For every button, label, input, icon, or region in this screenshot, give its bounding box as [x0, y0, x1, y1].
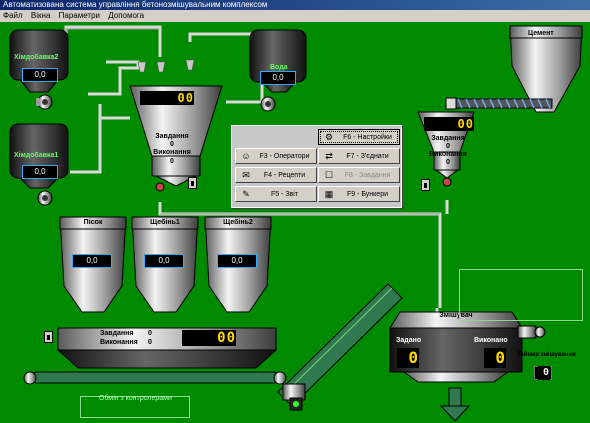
cement-hopper-done-value: 0	[446, 159, 450, 166]
cement-hopper-task-label: Завдання	[431, 135, 465, 142]
settings-button-label: F6 - Настройки	[343, 133, 392, 141]
liquid-hopper-task-label: Завдання	[155, 133, 189, 140]
aggregate-scale-control[interactable]	[44, 331, 53, 343]
window-title-bar: Автоматизована система управління бетоно…	[0, 0, 590, 10]
cement-hopper-control[interactable]	[421, 179, 430, 191]
chemical1-label: Хімдобавка1	[14, 152, 59, 159]
liquid-hopper-display: 00	[170, 91, 194, 105]
bin-gravel2-label: Щебінь2	[223, 219, 253, 226]
cement-hopper-task-value: 0	[446, 143, 450, 150]
connect-icon: ⇄	[325, 150, 333, 161]
menu-file[interactable]: Файл	[0, 11, 26, 20]
operators-button-label: F3 - Оператори	[259, 152, 310, 160]
liquid-hopper-control[interactable]	[188, 177, 197, 189]
chemical2-label: Хімдобавка2	[14, 54, 59, 61]
tasks-button[interactable]: ☐ F8 - Завдання	[318, 167, 400, 183]
status-frame	[459, 269, 583, 321]
menu-parameters[interactable]: Параметри	[56, 11, 103, 20]
report-button[interactable]: ✎ F5 - Звіт	[235, 186, 317, 202]
connect-button[interactable]: ⇄ F7 - З'єднати	[318, 148, 400, 164]
mixer-done-label: Виконано	[474, 337, 508, 344]
liquid-hopper-done-value: 0	[170, 158, 174, 165]
recipes-icon: ✉	[242, 169, 250, 180]
water-label: Вода	[270, 64, 288, 71]
bin-gravel1-value: 0,0	[144, 254, 184, 268]
controllers-label: Обмін з контролерами	[99, 395, 172, 402]
liquid-hopper-task-value: 0	[170, 141, 174, 148]
cement-hopper-done-label: Виконання	[429, 151, 467, 158]
chemical2-value: 0,0	[22, 68, 58, 82]
bin-sand-label: Пісок	[83, 219, 103, 226]
recipes-button-label: F4 - Рецепти	[263, 171, 306, 179]
scada-canvas: Хімдобавка2 0,0 Хімдобавка1 0,0 Вода 0,0…	[0, 22, 590, 423]
tasks-button-label: F8 - Завдання	[344, 171, 391, 179]
operators-button[interactable]: ☺ F3 - Оператори	[235, 148, 317, 164]
mixer-done-value: 0	[484, 348, 506, 368]
aggregate-done-value: 0	[148, 339, 152, 346]
function-menu-panel: ⚙ F6 - Настройки ☺ F3 - Оператори ⇄ F7 -…	[231, 125, 402, 208]
bins-button-label: F9 - Бункери	[346, 190, 389, 198]
menu-help[interactable]: Допомога	[105, 11, 147, 20]
operators-icon: ☺	[241, 151, 251, 161]
chemical1-value: 0,0	[22, 165, 58, 179]
recipes-button[interactable]: ✉ F4 - Рецепти	[235, 167, 317, 183]
aggregate-task-label: Завдання	[100, 330, 134, 337]
tasks-icon: ☐	[324, 169, 334, 180]
liquid-hopper-done-label: Виконання	[153, 149, 191, 156]
settings-icon: ⚙	[324, 131, 334, 142]
report-button-label: F5 - Звіт	[270, 190, 299, 198]
aggregate-task-value: 0	[148, 330, 152, 337]
window-title: Автоматизована система управління бетоно…	[3, 0, 268, 9]
mixer-set-value: 0	[397, 348, 419, 368]
connect-button-label: F7 - З'єднати	[346, 152, 389, 160]
bin-sand-value: 0,0	[72, 254, 112, 268]
bin-gravel1-label: Щебінь1	[150, 219, 180, 226]
menu-bar: Файл Вікна Параметри Допомога	[0, 10, 590, 22]
report-icon: ✎	[242, 188, 250, 199]
mixer-timer-value: 0	[538, 366, 550, 380]
water-value: 0,0	[260, 71, 296, 85]
bins-icon: ▦	[324, 188, 334, 199]
mixer-set-label: Задано	[396, 337, 422, 344]
cement-label: Цемент	[528, 30, 554, 37]
bin-gravel2-value: 0,0	[217, 254, 257, 268]
aggregate-display: 00	[206, 330, 236, 346]
controllers-frame: Обмін з контролерами	[80, 395, 190, 418]
aggregate-done-label: Виконання	[100, 339, 138, 346]
bins-button[interactable]: ▦ F9 - Бункери	[318, 186, 400, 202]
cement-hopper-display: 00	[452, 117, 474, 131]
settings-button[interactable]: ⚙ F6 - Настройки	[318, 129, 400, 145]
mixer-timer-label: Таймер змішування	[517, 352, 576, 358]
menu-windows[interactable]: Вікна	[28, 11, 53, 20]
